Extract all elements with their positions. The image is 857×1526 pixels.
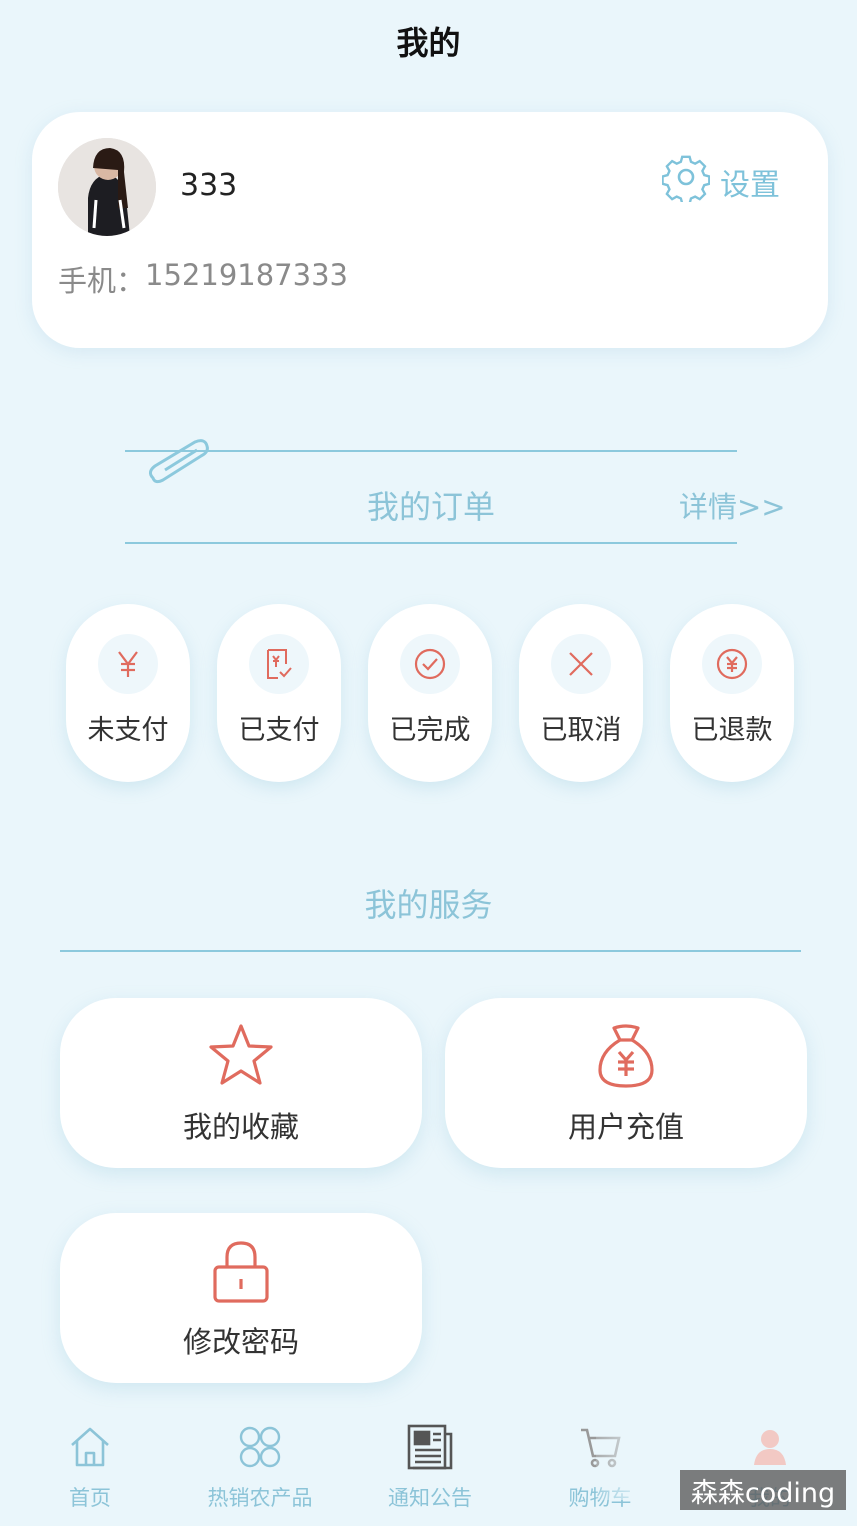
phone-value: 15219187333: [145, 258, 348, 292]
favorites-button[interactable]: 我的收藏: [60, 998, 422, 1168]
tab-notices[interactable]: 通知公告: [360, 1420, 500, 1512]
change-password-button[interactable]: 修改密码: [60, 1213, 422, 1383]
status-label: 已支付: [238, 715, 320, 746]
order-header: 我的订单 详情>>: [125, 439, 786, 544]
recharge-button[interactable]: 用户充值: [445, 998, 807, 1168]
phone-row: 手机： 15219187333: [58, 258, 348, 300]
tab-hot-products[interactable]: 热销农产品: [190, 1420, 330, 1512]
receipt-icon: [249, 634, 309, 694]
username: 333: [180, 168, 238, 203]
avatar[interactable]: [58, 138, 156, 236]
service-label: 用户充值: [567, 1110, 684, 1144]
close-icon: [551, 634, 611, 694]
star-icon: [60, 1022, 422, 1088]
grid-icon: [190, 1420, 330, 1474]
status-label: 已取消: [540, 715, 622, 746]
page-title: 我的: [396, 24, 461, 62]
money-bag-icon: [445, 1022, 807, 1090]
news-icon: [360, 1420, 500, 1474]
order-status-row: 未支付 已支付 已完成 已取消 已退款: [66, 604, 796, 782]
lock-icon: [60, 1237, 422, 1305]
watermark: 森森coding: [680, 1470, 846, 1510]
status-label: 未支付: [87, 715, 169, 746]
cart-overlay-fade: [596, 1420, 650, 1500]
order-section-title: 我的订单: [366, 488, 495, 526]
service-label: 我的收藏: [182, 1110, 299, 1144]
status-cancelled[interactable]: 已取消: [519, 604, 643, 782]
profile-card: 333 设置 手机： 15219187333: [32, 112, 828, 348]
status-label: 已退款: [691, 715, 773, 746]
settings-label: 设置: [720, 168, 780, 203]
user-icon: [700, 1420, 840, 1474]
status-label: 已完成: [389, 715, 471, 746]
service-section-title: 我的服务: [364, 886, 493, 924]
gear-icon: [661, 154, 711, 210]
phone-label: 手机：: [58, 264, 146, 298]
settings-button[interactable]: 设置: [661, 154, 780, 210]
status-paid[interactable]: 已支付: [217, 604, 341, 782]
status-refunded[interactable]: 已退款: [670, 604, 794, 782]
home-icon: [20, 1420, 160, 1474]
yen-icon: [98, 634, 158, 694]
status-unpaid[interactable]: 未支付: [66, 604, 190, 782]
refund-icon: [702, 634, 762, 694]
service-label: 修改密码: [182, 1325, 299, 1359]
tab-home[interactable]: 首页: [20, 1420, 160, 1512]
status-completed[interactable]: 已完成: [368, 604, 492, 782]
order-detail-link[interactable]: 详情>>: [679, 484, 786, 526]
check-circle-icon: [400, 634, 460, 694]
service-divider: [60, 950, 801, 952]
